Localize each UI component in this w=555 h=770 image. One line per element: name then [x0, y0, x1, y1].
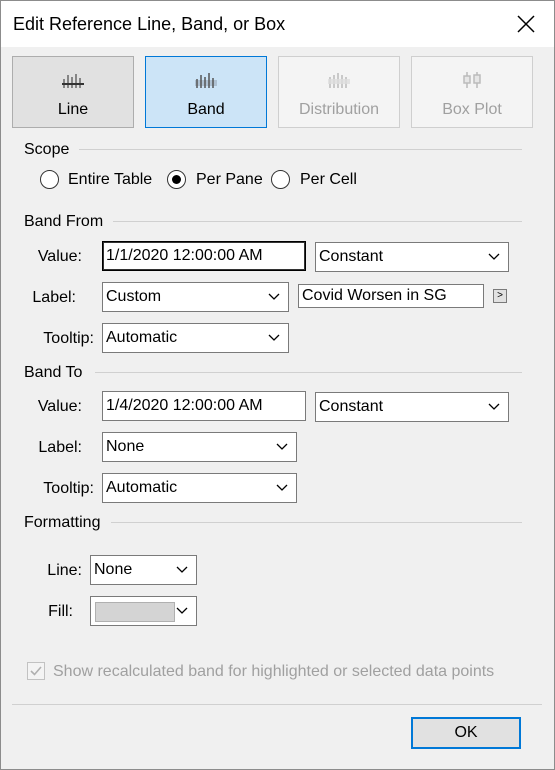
band-to-label-select[interactable]: None — [102, 432, 297, 462]
recalculated-band-label: Show recalculated band for highlighted o… — [53, 663, 495, 680]
band-from-tooltip-value: Automatic — [106, 329, 178, 346]
band-to-label-label: Label: — [38, 439, 82, 456]
chevron-down-icon — [488, 253, 500, 260]
chevron-down-icon — [488, 403, 500, 410]
band-from-label-label: Label: — [32, 289, 76, 306]
box-plot-icon — [463, 72, 481, 88]
band-from-tooltip-select[interactable]: Automatic — [102, 323, 289, 353]
line-type-label: Line — [57, 101, 89, 118]
reference-band-dialog: Edit Reference Line, Band, or Box Line B… — [0, 0, 555, 770]
insert-field-button[interactable]: > — [493, 289, 507, 303]
box-plot-type-label: Box Plot — [442, 101, 502, 118]
chevron-down-icon — [268, 334, 280, 341]
footer-divider — [12, 704, 542, 705]
band-to-tooltip-value: Automatic — [106, 479, 178, 496]
band-to-value-label: Value: — [37, 398, 82, 415]
per-cell-label: Per Cell — [300, 171, 357, 188]
band-from-value-label: Value: — [37, 248, 82, 265]
band-to-value-type-select[interactable]: Constant — [315, 392, 509, 422]
formatting-heading: Formatting — [24, 514, 101, 531]
band-from-label-select[interactable]: Custom — [102, 282, 289, 312]
fill-color-select[interactable] — [90, 596, 197, 626]
per-pane-radio[interactable] — [167, 170, 186, 189]
band-from-heading: Band From — [24, 213, 104, 230]
band-from-value-type: Constant — [319, 248, 384, 265]
chevron-down-icon — [176, 607, 188, 614]
band-from-custom-label-input[interactable]: Covid Worsen in SG — [298, 284, 484, 308]
band-from-tooltip-label: Tooltip: — [43, 330, 94, 347]
band-to-value-type: Constant — [319, 398, 384, 415]
scope-heading: Scope — [24, 141, 70, 158]
line-chart-icon — [62, 74, 84, 88]
line-format-value: None — [94, 561, 133, 578]
formatting-divider — [111, 522, 522, 523]
band-from-value-input[interactable]: 1/1/2020 12:00:00 AM — [102, 241, 306, 271]
per-cell-radio[interactable] — [271, 170, 290, 189]
chevron-down-icon — [176, 566, 188, 573]
fill-format-label: Fill: — [48, 603, 73, 620]
distribution-type-label: Distribution — [298, 101, 380, 118]
box-plot-type-button[interactable]: Box Plot — [411, 56, 533, 128]
fill-color-swatch — [95, 602, 175, 622]
line-format-label: Line: — [47, 562, 82, 579]
chevron-down-icon — [268, 293, 280, 300]
entire-table-radio[interactable] — [40, 170, 59, 189]
dialog-title: Edit Reference Line, Band, or Box — [13, 14, 286, 34]
chevron-down-icon — [276, 484, 288, 491]
distribution-chart-icon — [328, 73, 350, 88]
band-from-divider — [113, 221, 522, 222]
entire-table-label: Entire Table — [68, 171, 153, 188]
ok-button[interactable]: OK — [411, 717, 521, 749]
close-icon — [517, 15, 535, 33]
band-type-label: Band — [187, 101, 225, 118]
radio-selected-dot — [172, 175, 181, 184]
scope-divider — [79, 149, 522, 150]
title-bar: Edit Reference Line, Band, or Box — [1, 1, 554, 47]
band-to-divider — [95, 372, 522, 373]
close-button[interactable] — [506, 7, 546, 41]
recalculated-band-checkbox[interactable] — [27, 662, 45, 680]
distribution-type-button[interactable]: Distribution — [278, 56, 400, 128]
band-to-label-type: None — [106, 438, 145, 455]
chevron-down-icon — [276, 443, 288, 450]
line-type-button[interactable]: Line — [12, 56, 134, 128]
band-to-tooltip-select[interactable]: Automatic — [102, 473, 297, 503]
band-from-value-type-select[interactable]: Constant — [315, 242, 509, 272]
checkmark-icon — [30, 666, 42, 676]
band-to-tooltip-label: Tooltip: — [43, 480, 94, 497]
band-type-button[interactable]: Band — [145, 56, 267, 128]
per-pane-label: Per Pane — [196, 171, 263, 188]
band-from-label-type: Custom — [106, 288, 162, 305]
band-chart-icon — [195, 73, 217, 88]
band-to-heading: Band To — [24, 364, 83, 381]
band-to-value-input[interactable]: 1/4/2020 12:00:00 AM — [102, 391, 306, 421]
line-format-select[interactable]: None — [90, 555, 197, 585]
